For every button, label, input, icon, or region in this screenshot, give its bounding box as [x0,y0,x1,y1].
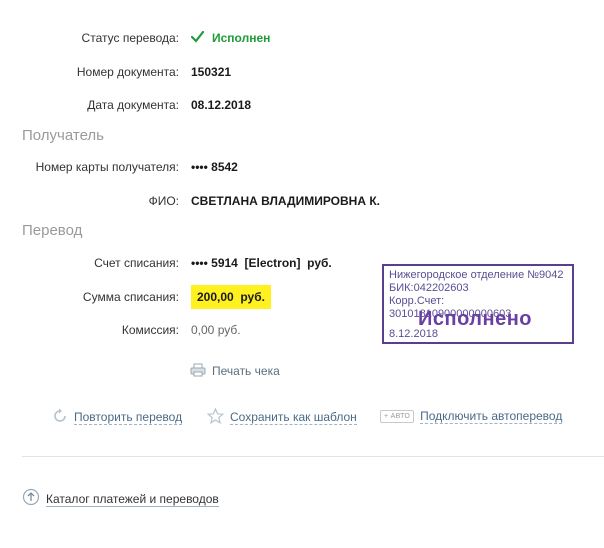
status-label: Статус перевода: [81,31,179,45]
autopay-button[interactable]: + АВТО Подключить автоперевод [380,408,563,424]
divider [22,456,604,457]
fee-label: Комиссия: [121,323,179,337]
auto-badge-icon: + АВТО [380,410,415,424]
transfer-heading: Перевод [22,222,83,239]
repeat-transfer-label: Повторить перевод [74,410,183,426]
doc-number-value: 150321 [191,65,232,79]
account-value: •••• 5914 [Electron] руб. [191,256,332,270]
catalog-link[interactable]: Каталог платежей и переводов [22,488,219,512]
stamp-bik: БИК:042202603 [389,282,469,294]
amount-label: Сумма списания: [82,290,179,304]
save-template-label: Сохранить как шаблон [230,410,357,426]
auto-badge-label: АВТО [390,413,411,421]
plus-icon: + [384,413,389,421]
recipient-card-value: •••• 8542 [191,160,238,174]
stamp-date: 8.12.2018 [389,328,438,340]
doc-date-label: Дата документа: [87,98,179,112]
catalog-link-label: Каталог платежей и переводов [46,492,219,508]
recipient-card-row: Номер карты получателя: •••• 8542 [0,157,604,177]
repeat-icon [52,408,68,428]
recipient-name-value: СВЕТЛАНА ВЛАДИМИРОВНА К. [191,194,380,208]
account-label: Счет списания: [94,256,179,270]
printer-icon [190,363,206,381]
doc-number-label: Номер документа: [76,65,179,79]
recipient-name-row: ФИО: СВЕТЛАНА ВЛАДИМИРОВНА К. [0,191,604,211]
autopay-label: Подключить автоперевод [420,409,563,424]
star-icon [206,407,225,428]
save-template-button[interactable]: Сохранить как шаблон [206,407,357,428]
recipient-card-label: Номер карты получателя: [35,160,179,174]
recipient-name-label: ФИО: [148,194,179,208]
fee-value: 0,00 руб. [191,323,241,337]
status-value: Исполнен [212,31,271,45]
repeat-transfer-button[interactable]: Повторить перевод [52,408,183,428]
back-arrow-icon [22,488,40,512]
print-receipt-button[interactable]: Печать чека [190,363,280,381]
doc-date-value: 08.12.2018 [191,98,252,112]
stamp-status: Исполнено [418,308,533,330]
recipient-heading: Получатель [22,127,104,144]
doc-number-row: Номер документа: 150321 [0,62,604,82]
bank-stamp: Нижегородское отделение №9042 БИК:042202… [382,264,574,344]
check-icon [190,29,205,49]
print-receipt-label: Печать чека [212,364,280,379]
stamp-branch: Нижегородское отделение №9042 [389,269,564,281]
doc-date-row: Дата документа: 08.12.2018 [0,95,604,115]
amount-value: 200,00 руб. [191,285,271,309]
status-row: Статус перевода: Исполнен [0,28,604,48]
